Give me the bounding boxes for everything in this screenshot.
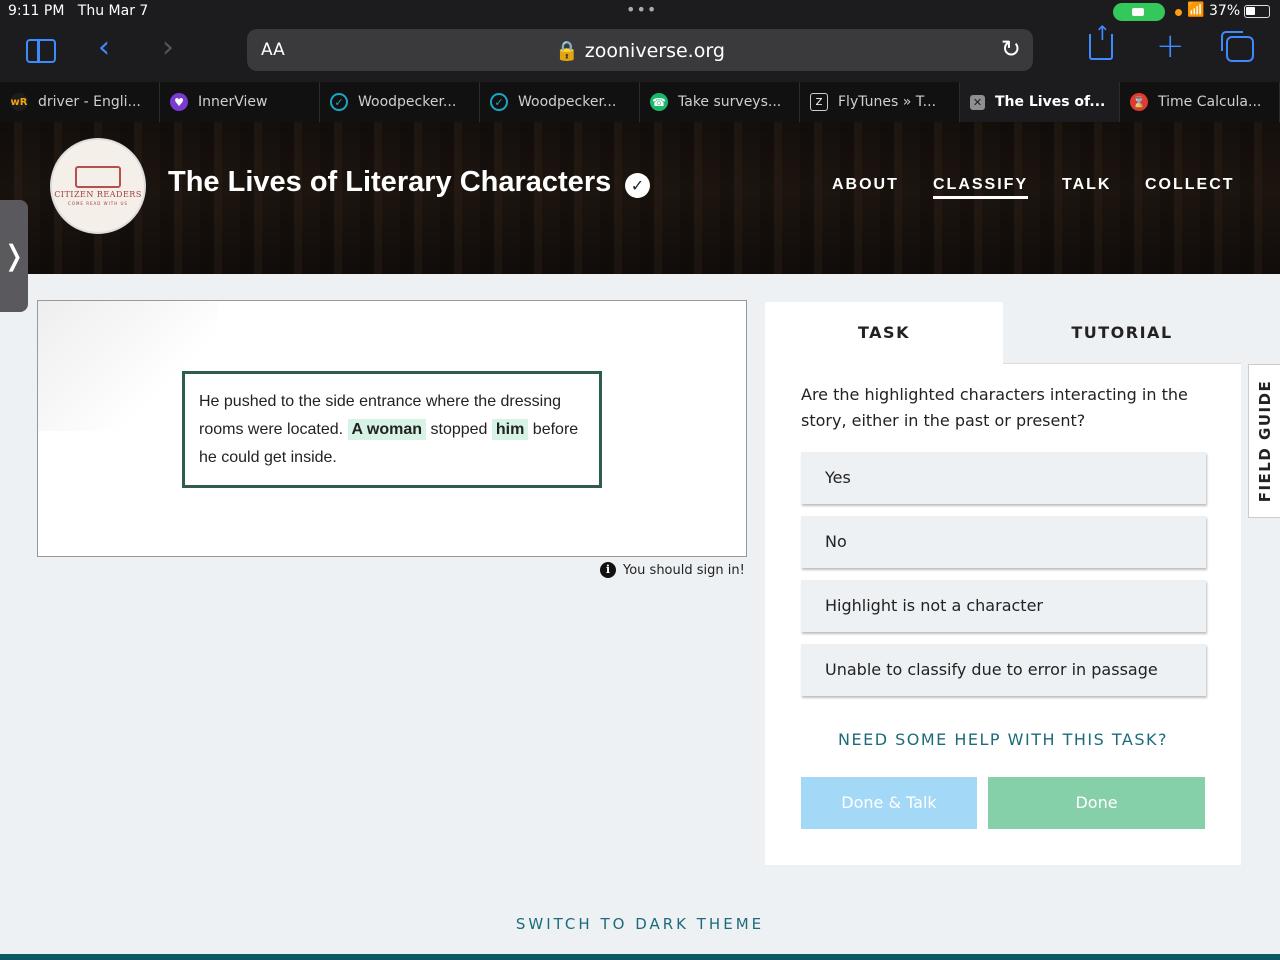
share-icon[interactable]: share — [1089, 20, 1113, 60]
tab-task[interactable]: TASK — [765, 302, 1003, 364]
books-icon — [75, 166, 121, 188]
multitask-dots-icon[interactable]: ••• — [626, 0, 657, 19]
back-icon[interactable]: ‹ — [98, 33, 110, 63]
switch-theme-button[interactable]: SWITCH TO DARK THEME — [0, 915, 1280, 933]
sign-in-text: You should sign in! — [623, 562, 745, 578]
footer-bar — [0, 954, 1280, 960]
battery-icon — [1244, 5, 1270, 18]
highlighted-character: him — [491, 419, 529, 440]
project-title[interactable]: The Lives of Literary Characters — [168, 166, 611, 199]
mic-indicator-icon — [1175, 9, 1182, 16]
done-and-talk-button[interactable]: Done & Talk — [801, 777, 977, 829]
tab-tutorial[interactable]: TUTORIAL — [1003, 302, 1241, 364]
woodpecker-icon: ✓ — [330, 93, 348, 111]
browser-tab[interactable]: ✓ Woodpecker... — [480, 82, 640, 122]
info-icon: i — [600, 562, 616, 578]
answer-no-button[interactable]: No — [801, 516, 1206, 568]
browser-tab[interactable]: ⌛ Time Calcula... — [1120, 82, 1280, 122]
browser-tab[interactable]: ☎ Take surveys... — [640, 82, 800, 122]
flytunes-icon: Z — [810, 93, 828, 111]
tab-overview-icon[interactable]: tabs — [1221, 31, 1254, 62]
browser-tab[interactable]: ♥ InnerView — [160, 82, 320, 122]
verified-icon: ✓ — [625, 173, 650, 198]
help-link[interactable]: NEED SOME HELP WITH THIS TASK? — [765, 730, 1241, 749]
new-tab-icon[interactable]: + — [1156, 29, 1185, 63]
nav-talk[interactable]: TALK — [1062, 176, 1111, 194]
nav-classify[interactable]: CLASSIFY — [933, 176, 1029, 199]
forward-icon[interactable]: › — [162, 33, 174, 63]
answer-not-character-button[interactable]: Highlight is not a character — [801, 580, 1206, 632]
done-button[interactable]: Done — [988, 777, 1205, 829]
status-time: 9:11 PM Thu Mar 7 — [8, 3, 149, 19]
survey-icon: ☎ — [650, 93, 668, 111]
address-bar[interactable]: AA 🔒 zooniverse.org ↻ — [247, 29, 1033, 71]
tab-strip: wR driver - Engli... ♥ InnerView ✓ Woodpeck… — [0, 82, 1280, 122]
innerview-icon: ♥ — [170, 93, 188, 111]
field-guide-tab[interactable]: FIELD GUIDE — [1248, 364, 1280, 518]
side-drawer-handle[interactable]: ❭ — [0, 200, 28, 312]
reload-icon[interactable]: ↻ — [1001, 35, 1021, 63]
answer-yes-button[interactable]: Yes — [801, 452, 1206, 504]
wr-icon: wR — [10, 93, 28, 111]
logo-text: CITIZEN READERS — [54, 190, 142, 199]
nav-collect[interactable]: COLLECT — [1145, 176, 1235, 194]
browser-tab[interactable]: ✓ Woodpecker... — [320, 82, 480, 122]
sidebar-toggle-icon[interactable] — [26, 39, 56, 63]
task-question: Are the highlighted characters interacti… — [801, 385, 1188, 430]
browser-tab-active[interactable]: ✕ The Lives of... — [960, 82, 1120, 122]
woodpecker-icon: ✓ — [490, 93, 508, 111]
highlighted-character: A woman — [347, 419, 427, 440]
nav-about[interactable]: ABOUT — [832, 176, 899, 194]
text-passage: He pushed to the side entrance where the… — [182, 371, 602, 488]
subject-viewer: He pushed to the side entrance where the… — [37, 300, 747, 557]
answer-unable-button[interactable]: Unable to classify due to error in passa… — [801, 644, 1206, 696]
logo-tagline: COME READ WITH US — [68, 201, 128, 206]
camera-indicator-icon — [1113, 3, 1165, 21]
field-guide-label: FIELD GUIDE — [1255, 379, 1274, 503]
sign-in-notice[interactable]: i You should sign in! — [600, 562, 745, 578]
project-header: CITIZEN READERS COME READ WITH US The Li… — [0, 122, 1280, 274]
browser-tab[interactable]: wR driver - Engli... — [0, 82, 160, 122]
url-text: 🔒 zooniverse.org — [555, 40, 725, 62]
close-tab-icon[interactable]: ✕ — [970, 94, 985, 110]
browser-toolbar: ‹ › AA 🔒 zooniverse.org ↻ share + tabs — [0, 20, 1280, 82]
project-logo[interactable]: CITIZEN READERS COME READ WITH US — [50, 138, 146, 234]
task-panel: TASK TUTORIAL Are the highlighted charac… — [765, 302, 1241, 865]
status-bar: 9:11 PM Thu Mar 7 ••• 📶 37% — [0, 0, 1280, 24]
hourglass-icon: ⌛ — [1130, 93, 1148, 111]
passage-text: stopped — [430, 421, 488, 438]
browser-tab[interactable]: Z FlyTunes » T... — [800, 82, 960, 122]
wifi-icon: 📶 — [1187, 2, 1205, 18]
battery-percent: 37% — [1209, 3, 1241, 19]
